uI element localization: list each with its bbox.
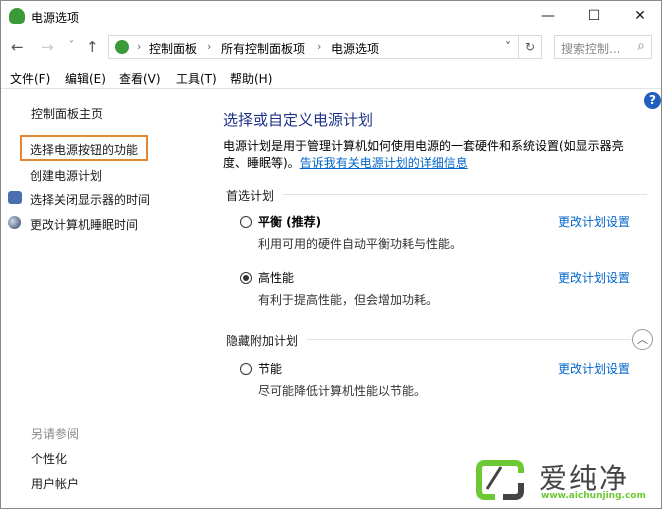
plan-power-saver-name[interactable]: 节能 [258, 360, 282, 377]
page-description: 电源计划是用于管理计算机如何使用电源的一套硬件和系统设置(如显示器亮度、睡眠等)… [223, 139, 624, 170]
plan-balanced-desc: 利用可用的硬件自动平衡功耗与性能。 [258, 237, 463, 251]
watermark-logo: 爱纯净 www.aichunjing.com [471, 453, 659, 507]
minimize-button[interactable]: — [525, 5, 571, 29]
power-button-function-link[interactable]: 选择电源按钮的功能 [30, 141, 138, 158]
menu-edit[interactable]: 编辑(E) [65, 70, 106, 87]
menu-file[interactable]: 文件(F) [10, 70, 50, 87]
breadcrumb-all-items[interactable]: 所有控制面板项 [221, 40, 305, 57]
sleep-time-link[interactable]: 更改计算机睡眠时间 [30, 216, 138, 233]
menu-help[interactable]: 帮助(H) [230, 70, 272, 87]
title-bar: 电源选项 — ☐ ✕ [1, 1, 661, 33]
plan-balanced-name[interactable]: 平衡 (推荐) [258, 213, 321, 230]
recent-pages-button[interactable]: ˅ [69, 40, 74, 51]
help-icon[interactable]: ? [644, 92, 661, 109]
search-icon: ⌕ [637, 38, 645, 54]
breadcrumb-control-panel[interactable]: 控制面板 [149, 40, 197, 57]
power-options-icon [9, 8, 25, 24]
menu-bar: 文件(F) 编辑(E) 查看(V) 工具(T) 帮助(H) [1, 67, 661, 89]
plan-high-performance-name[interactable]: 高性能 [258, 269, 294, 286]
display-off-time-link[interactable]: 选择关闭显示器的时间 [30, 191, 150, 208]
address-bar[interactable]: › 控制面板 › 所有控制面板项 › 电源选项 ˅ [108, 35, 542, 59]
plan-high-performance-change-link[interactable]: 更改计划设置 [558, 269, 630, 286]
breadcrumb-power-options[interactable]: 电源选项 [331, 40, 379, 57]
control-panel-icon [115, 40, 129, 54]
create-power-plan-link[interactable]: 创建电源计划 [30, 167, 102, 184]
plan-power-saver-desc: 尽可能降低计算机性能以节能。 [258, 384, 427, 398]
refresh-button[interactable]: ↻ [518, 35, 542, 59]
divider [307, 339, 631, 340]
plan-power-saver-change-link[interactable]: 更改计划设置 [558, 360, 630, 377]
hidden-plans-heading: 隐藏附加计划 [226, 334, 299, 348]
menu-view[interactable]: 查看(V) [119, 70, 161, 87]
personalization-link[interactable]: 个性化 [31, 450, 67, 467]
learn-more-link[interactable]: 告诉我有关电源计划的详细信息 [300, 156, 468, 170]
menu-tools[interactable]: 工具(T) [176, 70, 217, 87]
back-button[interactable]: ← [11, 38, 24, 56]
plan-power-saver-radio[interactable] [240, 363, 252, 375]
preferred-plans-heading: 首选计划 [226, 189, 275, 203]
maximize-button[interactable]: ☐ [571, 5, 617, 29]
plan-high-performance-desc: 有利于提高性能，但会增加功耗。 [258, 293, 439, 307]
up-button[interactable]: ↑ [86, 38, 99, 56]
page-title: 选择或自定义电源计划 [223, 111, 374, 129]
watermark-logo-icon [476, 460, 524, 500]
plan-high-performance-radio[interactable] [240, 272, 252, 284]
plan-balanced-change-link[interactable]: 更改计划设置 [558, 213, 630, 230]
see-also-label: 另请参阅 [31, 427, 80, 441]
collapse-chevron-icon[interactable]: ︿ [632, 329, 653, 350]
close-button[interactable]: ✕ [617, 5, 662, 29]
control-panel-home-link[interactable]: 控制面板主页 [31, 105, 103, 122]
address-dropdown-button[interactable]: ˅ [505, 40, 511, 54]
search-input[interactable]: 搜索控制... ⌕ [554, 35, 652, 59]
plan-balanced-radio[interactable] [240, 216, 252, 228]
forward-button[interactable]: → [41, 38, 54, 56]
user-accounts-link[interactable]: 用户帐户 [31, 475, 79, 492]
window-title: 电源选项 [31, 11, 80, 25]
clock-icon [8, 191, 22, 204]
moon-icon [8, 216, 21, 229]
divider [283, 194, 647, 195]
